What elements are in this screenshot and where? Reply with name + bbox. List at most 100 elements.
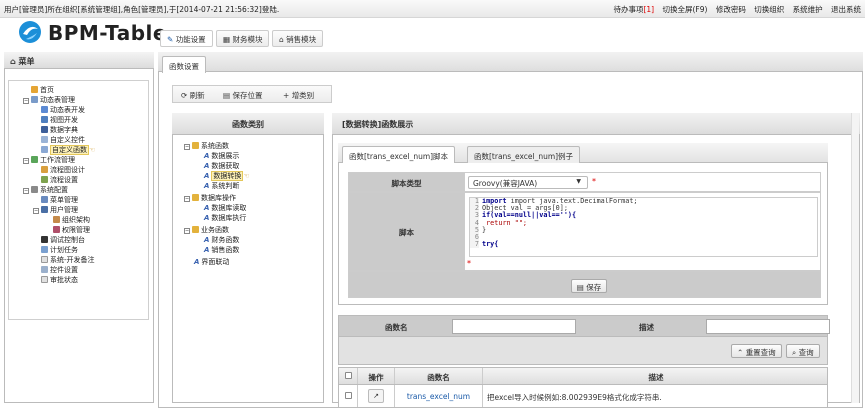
change-password-link[interactable]: 修改密码: [716, 5, 746, 14]
function-a-icon: A: [204, 236, 210, 244]
menu-item-debug-console[interactable]: 调试控制台: [41, 236, 85, 245]
category-db-execute[interactable]: A 数据库执行: [204, 214, 246, 223]
category-sales-functions[interactable]: A 销售函数: [204, 246, 239, 255]
edit-icon[interactable]: ↗: [368, 389, 384, 403]
collapse-toggle-icon[interactable]: −: [23, 158, 29, 164]
menu-item-flow-design[interactable]: 流程图设计: [41, 166, 85, 175]
menu-item-flow-settings[interactable]: 流程设置: [41, 176, 78, 185]
script-code-cell: 1 import import java.text.DecimalFormat; …: [464, 193, 820, 270]
function-a-icon: A: [204, 152, 210, 160]
settings-icon: [41, 176, 48, 183]
category-database-ops[interactable]: − 数据库操作: [184, 194, 236, 203]
folder-icon: [192, 142, 199, 149]
function-name-input[interactable]: [452, 319, 576, 334]
required-asterisk: *: [592, 177, 596, 186]
menu-item-scheduled-tasks[interactable]: 计划任务: [41, 246, 78, 255]
plus-icon: +: [283, 91, 290, 100]
main-tab-sales[interactable]: ⌂ 销售模块: [272, 30, 324, 47]
function-name-label: 函数名: [385, 323, 408, 332]
collapse-toggle-icon[interactable]: −: [184, 144, 190, 150]
refresh-button[interactable]: ⟳ 刷新: [181, 90, 205, 101]
row-description: 把excel导入时候例如:8.002939E9格式化成字符串.: [487, 393, 662, 402]
search-buttons-row: ⌃ 重置查询 ⌕ 查询: [338, 337, 828, 365]
menu-item-menu-management[interactable]: 菜单管理: [41, 196, 78, 205]
menu-item-workflow[interactable]: − 工作流管理: [23, 156, 75, 165]
category-db-read[interactable]: A 数据库读取: [204, 204, 246, 213]
key-icon: [53, 226, 60, 233]
category-ui-linkage[interactable]: A 界面联动: [194, 258, 229, 267]
header-description: 描述: [648, 373, 664, 382]
reset-icon: ⌃: [737, 348, 744, 357]
description-label: 描述: [639, 323, 654, 332]
collapse-toggle-icon[interactable]: −: [23, 98, 29, 104]
top-status-bar: 用户[管理员]所在组织[系统管理组],角色[管理员],于[2014-07-21 …: [0, 0, 865, 18]
category-finance-functions[interactable]: A 财务函数: [204, 236, 239, 245]
content-tab-bar: [158, 52, 863, 72]
menu-item-user-management[interactable]: − 用户管理: [33, 206, 78, 215]
main-tab-finance[interactable]: ▦ 财务模块: [216, 30, 270, 47]
collapse-toggle-icon[interactable]: −: [184, 228, 190, 234]
category-data-conversion[interactable]: A 数据转换 ☜: [204, 171, 250, 181]
category-data-display[interactable]: A 数据展示: [204, 152, 239, 161]
add-category-button[interactable]: + 增类别: [283, 90, 314, 101]
function-a-icon: A: [204, 214, 210, 222]
row-checkbox[interactable]: [344, 392, 352, 399]
wrench-icon: ✎: [167, 35, 174, 44]
save-position-button[interactable]: ▤ 保存位置: [223, 90, 262, 101]
fullscreen-link[interactable]: 切换全屏(F9): [663, 5, 708, 14]
row-function-name[interactable]: trans_excel_num: [395, 385, 483, 407]
function-a-icon: A: [204, 162, 210, 170]
select-all-checkbox[interactable]: [344, 372, 352, 379]
main-tab-function-settings[interactable]: ✎ 功能设置: [160, 30, 213, 47]
collapse-toggle-icon[interactable]: −: [184, 196, 190, 202]
search-form: 函数名 描述: [338, 315, 830, 337]
menu-item-approval-status[interactable]: 审批状态: [41, 276, 78, 285]
function-a-icon: A: [204, 204, 210, 212]
query-button[interactable]: ⌕ 查询: [786, 344, 820, 358]
vertical-scrollbar[interactable]: [851, 113, 859, 403]
folder-icon: [192, 226, 199, 233]
menu-item-permissions[interactable]: 权限管理: [53, 226, 90, 235]
menu-item-org-structure[interactable]: 组织架构: [53, 216, 90, 225]
tab-function-example[interactable]: 函数[trans_excel_num]例子: [467, 146, 581, 163]
menu-item-custom-function[interactable]: 自定义函数 ☜: [41, 145, 95, 155]
tab-function-settings[interactable]: 函数设置: [162, 56, 206, 73]
menu-icon: [41, 196, 48, 203]
menu-item-dev-notes[interactable]: 系统-开发备注: [41, 256, 95, 265]
category-data-fetch[interactable]: A 数据获取: [204, 162, 239, 171]
console-icon: [41, 236, 48, 243]
collapse-toggle-icon[interactable]: −: [33, 208, 39, 214]
collapse-toggle-icon[interactable]: −: [23, 188, 29, 194]
function-toolbar: ⟳ 刷新 ▤ 保存位置 + 增类别: [172, 85, 332, 103]
menu-item-custom-control[interactable]: 自定义控件: [41, 136, 85, 145]
menu-item-control-settings[interactable]: 控件设置: [41, 266, 78, 275]
description-input[interactable]: [706, 319, 830, 334]
tab-function-script[interactable]: 函数[trans_excel_num]脚本: [342, 146, 456, 163]
todo-link[interactable]: 待办事项[1]: [607, 5, 654, 14]
header-operation: 操作: [358, 368, 395, 384]
save-button[interactable]: ▤ 保存: [571, 279, 607, 293]
category-system-check[interactable]: A 系统判断: [204, 182, 239, 191]
logout-link[interactable]: 退出系统: [831, 5, 861, 14]
menu-item-data-dictionary[interactable]: 数据字典: [41, 126, 78, 135]
chevron-down-icon: ▼: [576, 178, 581, 185]
category-business-functions[interactable]: − 业务函数: [184, 226, 229, 235]
category-system-functions[interactable]: − 系统函数: [184, 142, 229, 151]
code-editor[interactable]: 1 import import java.text.DecimalFormat; …: [469, 197, 818, 257]
system-maintenance-link[interactable]: 系统维护: [793, 5, 823, 14]
table-row[interactable]: ↗ trans_excel_num 把excel导入时候例如:8.002939E…: [338, 385, 828, 408]
bpm-logo-icon: [18, 20, 42, 44]
menu-item-dynamic-table[interactable]: − 动态表管理: [23, 96, 75, 105]
menu-item-system-config[interactable]: − 系统配置: [23, 186, 68, 195]
script-type-select[interactable]: Groovy(兼容JAVA) ▼: [468, 176, 588, 189]
menu-item-dynamic-table-dev[interactable]: 动态表开发: [41, 106, 85, 115]
function-a-icon: A: [204, 172, 210, 180]
users-icon: [41, 206, 48, 213]
reset-query-button[interactable]: ⌃ 重置查询: [731, 344, 782, 358]
menu-item-view-dev[interactable]: 视图开发: [41, 116, 78, 125]
menu-panel-header: ⌂ 菜单: [4, 52, 154, 69]
menu-item-home[interactable]: 首页: [31, 86, 54, 95]
switch-org-link[interactable]: 切换组织: [754, 5, 784, 14]
search-icon: [41, 266, 48, 273]
script-label: 脚本: [349, 193, 464, 270]
